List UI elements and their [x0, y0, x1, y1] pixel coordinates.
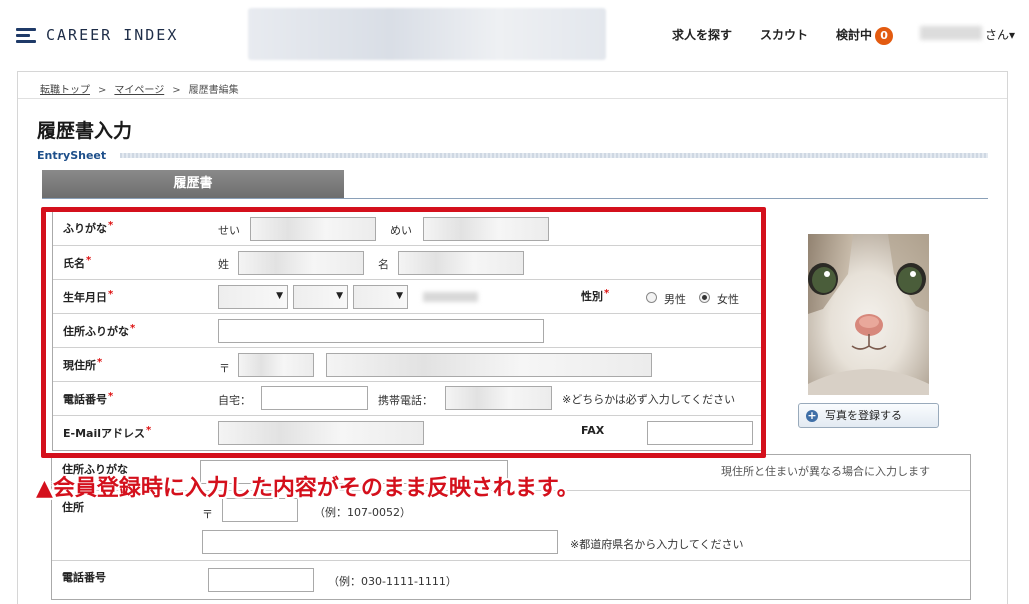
plus-icon: + — [806, 409, 818, 422]
logo-text: CAREER INDEX — [46, 26, 179, 44]
alt-postal-example: （例：107-0052） — [314, 506, 411, 519]
career-index-logo[interactable]: CAREER INDEX — [16, 26, 178, 44]
register-photo-button[interactable]: + 写真を登録する — [798, 403, 939, 428]
breadcrumb-top[interactable]: 転職トップ — [40, 85, 90, 96]
nav-job-search[interactable]: 求人を探す — [672, 26, 732, 43]
register-photo-label: 写真を登録する — [825, 409, 902, 422]
nav-scout[interactable]: スカウト — [760, 26, 808, 43]
alt-pref-note: ※都道府県名から入力してください — [570, 538, 744, 551]
breadcrumb-divider — [18, 98, 1007, 99]
profile-photo[interactable] — [808, 234, 929, 395]
user-name-blurred[interactable] — [920, 26, 982, 40]
annotation-text: ▲会員登録時に入力した内容がそのまま反映されます。 — [36, 476, 579, 501]
breadcrumb: 転職トップ > マイページ > 履歴書編集 — [40, 81, 239, 96]
page-subtitle: EntrySheet — [37, 149, 107, 162]
subtitle-rule — [120, 153, 988, 158]
highlight-frame — [41, 207, 766, 458]
user-menu-toggle[interactable]: さん▾ — [985, 26, 1015, 43]
row-alt-phone: 電話番号 （例：030-1111-1111） — [52, 561, 970, 601]
alt-address-input[interactable] — [202, 530, 558, 554]
considering-count-badge: 0 — [875, 27, 894, 45]
alt-address-note: 現住所と住まいが異なる場合に入力します — [721, 465, 930, 478]
breadcrumb-sep: > — [172, 85, 181, 96]
nav-considering[interactable]: 検討中 0 — [836, 26, 894, 45]
nav-considering-label: 検討中 — [836, 28, 873, 42]
tab-underline — [42, 198, 988, 199]
tab-resume[interactable]: 履歴書 — [42, 170, 344, 198]
page-title: 履歴書入力 — [37, 120, 133, 142]
alt-phone-input[interactable] — [208, 568, 314, 592]
breadcrumb-sep: > — [98, 85, 107, 96]
breadcrumb-current: 履歴書編集 — [188, 85, 239, 96]
alt-phone-label: 電話番号 — [62, 571, 106, 584]
blurred-banner — [248, 8, 606, 60]
logo-mark-icon — [16, 27, 38, 43]
breadcrumb-mypage[interactable]: マイページ — [114, 85, 164, 96]
alt-phone-example: （例：030-1111-1111） — [328, 575, 457, 588]
cat-photo-image — [808, 234, 929, 395]
alt-postal-mark: 〒 — [202, 508, 213, 521]
site-header: CAREER INDEX 求人を探す スカウト 検討中 0 さん▾ — [0, 0, 1029, 68]
